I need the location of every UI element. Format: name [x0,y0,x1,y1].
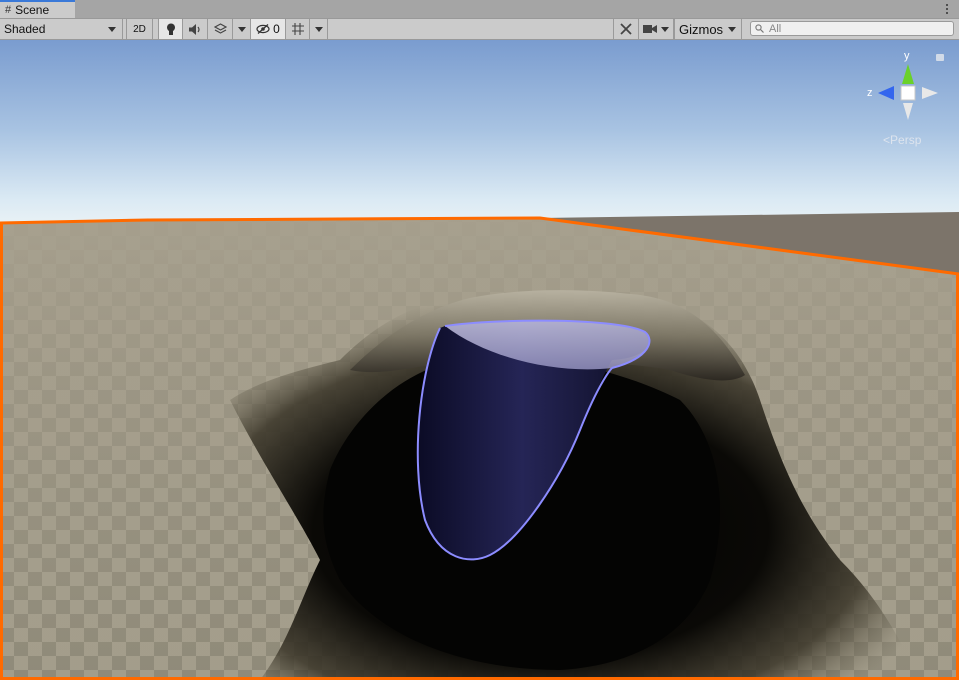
effects-toggle-button[interactable] [208,19,233,39]
gizmo-center-cube[interactable] [900,85,916,101]
toggle-2d-label: 2D [133,23,146,35]
chevron-down-icon [314,26,323,32]
projection-label: Persp [890,133,922,147]
tools-icon [620,23,632,35]
neg-x-axis-cone[interactable] [922,87,938,99]
scene-viewport[interactable]: y z <Persp [0,40,959,680]
audio-toggle-button[interactable] [183,19,208,39]
layers-icon [213,23,227,34]
chevron-left-icon: < [883,133,891,147]
z-axis-label: z [867,87,873,99]
effects-dropdown[interactable] [233,19,251,39]
tab-bar: # Scene [0,0,959,19]
gizmos-dropdown[interactable]: Gizmos [674,19,742,39]
toggle-2d-button[interactable]: 2D [126,19,153,39]
bulb-icon [166,23,175,35]
grid-icon [291,23,304,35]
y-axis-cone[interactable] [902,64,914,84]
scene-visibility-toggle[interactable]: 0 [251,19,286,39]
gizmos-label: Gizmos [679,21,724,37]
z-axis-cone[interactable] [878,86,894,100]
chevron-down-icon [728,26,736,32]
grid-dropdown[interactable] [310,19,328,39]
chevron-down-icon [108,26,116,32]
hash-icon: # [5,4,12,16]
tab-scene[interactable]: # Scene [0,0,75,18]
speaker-icon [188,23,200,35]
neg-y-axis-cone[interactable] [903,103,913,120]
tools-button[interactable] [613,19,639,39]
y-axis-label: y [904,50,910,62]
lock-icon[interactable] [936,54,944,61]
scene-toolbar: Shaded 2D 0 Gizmos All [0,19,959,40]
shading-mode-dropdown[interactable]: Shaded [0,19,123,39]
chevron-down-icon [661,26,669,32]
scene-search-field[interactable] [750,21,954,36]
search-icon [755,24,764,33]
hidden-objects-count: 0 [273,22,280,36]
camera-icon [643,25,657,33]
eye-slash-icon [256,24,270,34]
search-input[interactable] [769,22,949,35]
chevron-down-icon [237,26,246,32]
more-options-icon[interactable] [943,1,951,17]
camera-settings-button[interactable] [639,19,674,39]
lighting-toggle-button[interactable] [158,19,183,39]
tab-scene-label: Scene [15,3,50,17]
grid-toggle-button[interactable] [286,19,310,39]
projection-toggle[interactable]: <Persp [883,133,921,147]
scene-render [0,40,959,680]
shading-mode-label: Shaded [4,22,46,36]
